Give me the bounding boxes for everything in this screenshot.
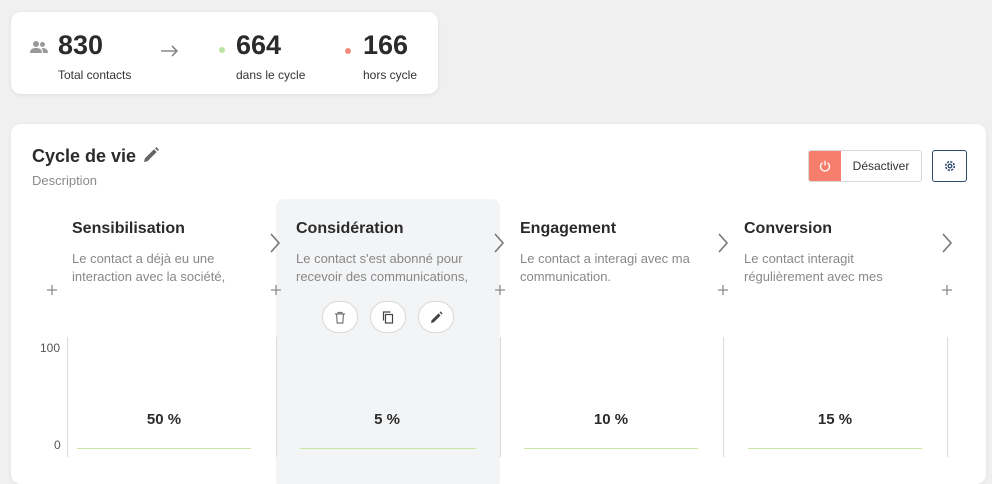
- in-cycle-dot: [219, 47, 225, 53]
- arrow-right-icon: [160, 44, 180, 63]
- settings-button[interactable]: [932, 150, 967, 182]
- pencil-icon: [430, 310, 443, 323]
- stage-bar-conversion: [748, 448, 922, 449]
- stage-divider: [276, 337, 277, 457]
- in-cycle-label: dans le cycle: [236, 68, 306, 82]
- out-cycle-value: 166: [363, 30, 409, 60]
- deactivate-button[interactable]: Désactiver: [841, 151, 921, 181]
- stage-highlight: [276, 199, 500, 484]
- plus-icon[interactable]: [494, 284, 506, 300]
- stage-divider: [723, 337, 724, 457]
- stage-percent-engagement: 10 %: [593, 411, 629, 428]
- stage-percent-sensibilisation: 50 %: [146, 411, 182, 428]
- lifecycle-title: Cycle de vie: [32, 146, 137, 166]
- stage-bar-engagement: [524, 448, 698, 449]
- in-cycle-stat: 664 dans le cycle: [236, 28, 305, 82]
- chevron-right-icon: [717, 232, 729, 259]
- stage-divider: [947, 337, 948, 457]
- copy-icon: [382, 310, 394, 324]
- edit-stage-button[interactable]: [418, 301, 454, 333]
- total-contacts-label: Total contacts: [58, 68, 132, 82]
- stage-text-consideration: Le contact s'est abonné pour recevoir de…: [296, 251, 468, 284]
- chevron-right-icon: [941, 232, 953, 259]
- stage-bar-sensibilisation: [77, 448, 251, 449]
- lifecycle-card: Cycle de vie Description Désactiver Sens…: [11, 124, 986, 484]
- out-cycle-label: hors cycle: [363, 68, 418, 82]
- y-axis-min-label: 0: [54, 438, 61, 452]
- pencil-icon[interactable]: [142, 146, 160, 169]
- plus-icon[interactable]: [717, 284, 729, 300]
- plus-icon[interactable]: [46, 284, 58, 300]
- users-icon: [30, 40, 48, 59]
- contacts-summary-card: 830 Total contacts 664 dans le cycle 166…: [11, 12, 438, 94]
- stage-title-engagement: Engagement: [520, 220, 617, 237]
- stage-title-consideration: Considération: [296, 220, 404, 237]
- chevron-right-icon: [269, 232, 281, 259]
- lifecycle-description: Description: [32, 173, 98, 188]
- out-cycle-dot: [345, 48, 351, 54]
- out-cycle-stat: 166 hors cycle: [363, 28, 417, 82]
- stage-text-engagement: Le contact a interagi avec ma communicat…: [520, 251, 690, 284]
- chevron-right-icon: [493, 232, 505, 259]
- stage-percent-consideration: 5 %: [374, 411, 400, 428]
- power-icon: [819, 160, 831, 172]
- stage-percent-conversion: 15 %: [817, 411, 853, 428]
- duplicate-stage-button[interactable]: [370, 301, 406, 333]
- power-button[interactable]: [809, 151, 841, 181]
- trash-icon: [335, 311, 345, 324]
- total-contacts-stat: 830 Total contacts: [58, 28, 131, 82]
- delete-stage-button[interactable]: [322, 301, 358, 333]
- in-cycle-value: 664: [236, 30, 282, 60]
- stage-title-conversion: Conversion: [744, 220, 833, 237]
- deactivate-control: Désactiver: [808, 150, 922, 182]
- plus-icon[interactable]: [270, 284, 282, 300]
- stage-text-conversion: Le contact interagit régulièrement avec …: [744, 251, 883, 284]
- y-axis-max-label: 100: [40, 341, 61, 355]
- stage-divider: [500, 337, 501, 457]
- gear-icon: [944, 160, 955, 172]
- stage-text-sensibilisation: Le contact a déjà eu une interaction ave…: [72, 251, 226, 284]
- chart-axis-line: [67, 337, 68, 457]
- total-contacts-value: 830: [58, 30, 104, 60]
- plus-icon[interactable]: [941, 284, 953, 300]
- stage-bar-consideration: [300, 448, 476, 449]
- stage-title-sensibilisation: Sensibilisation: [72, 220, 185, 237]
